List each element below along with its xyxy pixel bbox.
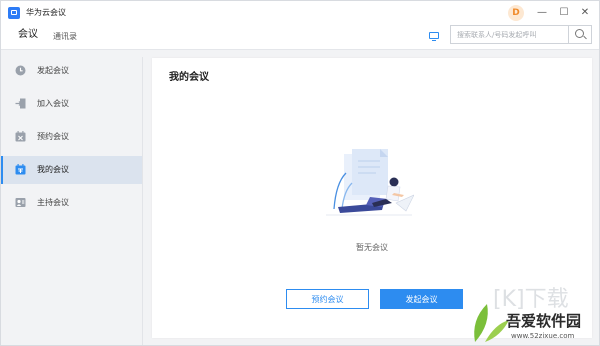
sidebar-item-schedule-meeting[interactable]: 预约会议	[1, 123, 142, 151]
start-meeting-button[interactable]: 发起会议	[380, 289, 463, 309]
my-meetings-icon	[15, 164, 26, 175]
top-nav: 会议 通讯录	[1, 25, 599, 50]
sidebar-item-label: 加入会议	[37, 99, 69, 108]
empty-state-text: 暂无会议	[356, 243, 388, 252]
app-window: 华为云会议 D — ☐ ✕ 会议 通讯录 发起会议	[0, 0, 600, 346]
app-title: 华为云会议	[26, 8, 66, 17]
title-bar: 华为云会议 D — ☐ ✕	[1, 1, 599, 25]
sidebar-item-host-meeting[interactable]: 主持会议	[1, 189, 142, 217]
close-button[interactable]: ✕	[578, 6, 592, 20]
watermark-brand: 吾爱软件园	[506, 312, 582, 330]
sidebar-item-label: 我的会议	[37, 165, 69, 174]
join-meeting-icon	[15, 98, 26, 109]
search-box	[450, 25, 592, 44]
sidebar-item-label: 预约会议	[37, 132, 69, 141]
schedule-meeting-button[interactable]: 预约会议	[286, 289, 369, 309]
maximize-button[interactable]: ☐	[557, 6, 571, 20]
sidebar-item-my-meetings[interactable]: 我的会议	[1, 156, 142, 184]
watermark-url: www.52zixue.com	[511, 332, 575, 340]
sidebar: 发起会议 加入会议 预约会议 我的会议 主持会议	[1, 57, 143, 345]
search-input[interactable]	[451, 26, 573, 43]
avatar[interactable]: D	[508, 5, 524, 21]
tab-contacts[interactable]: 通讯录	[53, 29, 77, 45]
tab-meetings[interactable]: 会议	[18, 27, 38, 43]
start-meeting-icon	[15, 65, 26, 76]
host-meeting-icon	[15, 198, 26, 207]
empty-state-illustration	[326, 149, 414, 216]
sidebar-item-label: 发起会议	[37, 66, 69, 75]
screen-share-icon[interactable]	[426, 29, 442, 43]
sidebar-item-label: 主持会议	[37, 198, 69, 207]
schedule-meeting-icon	[15, 131, 26, 142]
svg-text:[K]下载: [K]下载	[493, 287, 569, 312]
minimize-button[interactable]: —	[535, 6, 549, 20]
page-title: 我的会议	[169, 72, 209, 83]
app-logo-icon	[8, 7, 20, 19]
sidebar-item-join-meeting[interactable]: 加入会议	[1, 90, 142, 118]
search-icon[interactable]	[568, 26, 591, 43]
sidebar-item-start-meeting[interactable]: 发起会议	[1, 57, 142, 85]
